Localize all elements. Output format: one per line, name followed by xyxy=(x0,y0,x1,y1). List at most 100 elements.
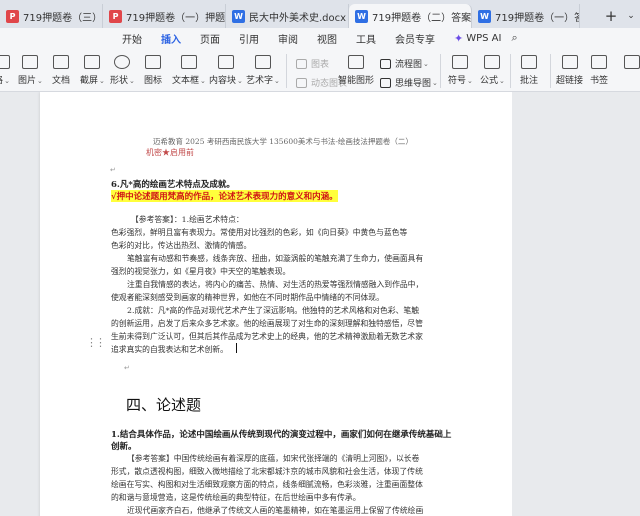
bookmark-icon xyxy=(591,55,607,69)
tab-file-4[interactable]: W 719押题卷（二）答案 xyxy=(349,4,472,28)
flowchart-button[interactable]: 流程图 ⌄ xyxy=(380,57,429,70)
textbox-button[interactable]: 文本框⌄ xyxy=(172,55,206,86)
question-1-cont: 创新。 xyxy=(111,442,137,452)
picture-icon xyxy=(22,55,39,69)
tab-file-2[interactable]: P 719押题卷（一）押题.pdf xyxy=(103,4,226,28)
menu-tools[interactable]: 工具 xyxy=(356,31,376,46)
doc-icon: W xyxy=(355,9,368,23)
formula-button[interactable]: 公式⌄ xyxy=(480,55,505,86)
pdf-icon: P xyxy=(109,9,122,23)
icons-icon xyxy=(145,55,161,69)
omega-icon xyxy=(452,55,469,69)
menu-home[interactable]: 开始 xyxy=(122,31,142,46)
ribbon-separator xyxy=(440,54,441,88)
ribbon-separator xyxy=(510,54,511,88)
answer-line: 形式，散点透视构图，细致入微地描绘了北宋都城汴京的城市风貌和社会生活，体现了传统 xyxy=(111,467,423,476)
tab-file-1[interactable]: P 719押题卷（三）.pdf xyxy=(0,4,103,28)
answer-line: 近现代画家齐白石，他继承了传统文人画的笔墨精神，如在笔墨运用上保留了传统绘画 xyxy=(127,506,424,515)
right-gutter xyxy=(512,92,640,516)
comment-button[interactable]: 批注 xyxy=(520,55,538,86)
answer-line: 绘画在写实、构图和对生活细致观察方面的特点，线条细腻流畅，色彩淡雅，注重画面整体 xyxy=(111,480,423,489)
answer-line: 追求真实的自我表达和艺术创新。 xyxy=(111,345,228,354)
page-header: 迈希教育 2025 考研西南民族大学 135600美术与书法-绘画技法押题卷（二… xyxy=(153,137,413,146)
art-text-button[interactable]: 艺术字⌄ xyxy=(246,55,280,86)
text-cursor xyxy=(236,343,237,353)
scissors-icon xyxy=(84,55,101,69)
table-icon xyxy=(0,55,10,69)
question-1: 1.结合具体作品，论述中国绘画从传统到现代的演变过程中，画家们如何在继承传统基础… xyxy=(111,430,452,440)
symbol-button[interactable]: 符号⌄ xyxy=(448,55,473,86)
confidential-label: 机密★启用前 xyxy=(146,148,194,157)
answer-line: 笔触富有动感和节奏感，线条奔放、扭曲，如漩涡般的笔触充满了生命力，使画面具有 xyxy=(127,254,424,263)
menu-references[interactable]: 引用 xyxy=(239,31,259,46)
wps-ai-button[interactable]: ✦ WPS AI xyxy=(454,32,501,45)
menu-page[interactable]: 页面 xyxy=(200,31,220,46)
screenshot-button[interactable]: 截屏⌄ xyxy=(80,55,105,86)
answer-line: 强烈的视觉张力，如《星月夜》中天空的笔触表现。 xyxy=(111,267,291,276)
answer-line: 生前未得到广泛认可，但其后其作品成为艺术史上的经典，他的艺术精神激励着无数艺术家 xyxy=(111,332,423,341)
wps-ai-label: WPS AI xyxy=(466,32,502,44)
ribbon-toolbar: 格⌄ 图片⌄ 文档 截屏⌄ 形状⌄ 图标 文本框⌄ 内容块⌄ 艺术字⌄ 图表 动… xyxy=(0,48,640,92)
document-page[interactable]: 迈希教育 2025 考研西南民族大学 135600美术与书法-绘画技法押题卷（二… xyxy=(40,92,512,516)
drag-handle-icon[interactable]: ⋮⋮ xyxy=(86,336,106,349)
doc-icon: W xyxy=(478,9,491,23)
smart-art-icon xyxy=(348,55,364,69)
menu-bar: 开始 插入 页面 引用 审阅 视图 工具 会员专享 ✦ WPS AI ⌕ xyxy=(0,28,640,50)
tab-label: 民大中外美术史.docx xyxy=(249,12,347,24)
section-heading: 四、论述题 xyxy=(126,396,202,414)
paragraph-mark: ↵ xyxy=(110,166,116,174)
tab-label: 719押题卷（二）答案 xyxy=(372,12,472,24)
dynamic-chart-icon xyxy=(296,77,307,88)
ribbon-separator xyxy=(286,54,287,88)
tab-label: 719押题卷（一）押题.pdf xyxy=(126,12,226,24)
answer-title: 【参考答案】：1.绘画艺术特点： xyxy=(131,215,244,224)
art-text-icon xyxy=(254,55,271,69)
bookmark-button[interactable]: 书签 xyxy=(590,55,608,86)
menu-view[interactable]: 视图 xyxy=(317,31,337,46)
hyperlink-button[interactable]: 超链接 xyxy=(556,55,583,86)
more-icon xyxy=(624,55,640,69)
tab-file-5[interactable]: W 719押题卷（一）答案 ✕ xyxy=(472,4,580,28)
mindmap-button[interactable]: 思维导图 ⌄ xyxy=(380,76,438,89)
question-6: 6.凡*高的绘画艺术特点及成就。 xyxy=(111,180,235,190)
textbox-icon xyxy=(180,55,197,69)
answer-line: 注重自我情感的表达，将内心的痛苦、热情、对生活的热爱等强烈情感融入到作品中， xyxy=(127,280,424,289)
link-icon xyxy=(561,55,578,69)
pdf-icon: P xyxy=(6,9,19,23)
picture-button[interactable]: 图片⌄ xyxy=(18,55,43,86)
document-area: 迈希教育 2025 考研西南民族大学 135600美术与书法-绘画技法押题卷（二… xyxy=(0,92,640,516)
flowchart-icon xyxy=(380,58,391,69)
menu-review[interactable]: 审阅 xyxy=(278,31,298,46)
chart-button[interactable]: 图表 xyxy=(296,57,329,70)
doc-icon: W xyxy=(232,9,245,23)
content-block-icon xyxy=(217,55,234,69)
answer-line: 【参考答案】中国传统绘画有着深厚的底蕴，如宋代张择端的《清明上河图》，以长卷 xyxy=(127,454,420,463)
menu-insert[interactable]: 插入 xyxy=(161,31,181,50)
answer-line: 的和谐与意境营造，这是传统绘画的典型特征，在后世绘画中多有传承。 xyxy=(111,493,361,502)
mindmap-icon xyxy=(380,77,391,88)
answer-line: 2.成就：凡*高的作品对现代艺术产生了深远影响。他独特的艺术风格和对色彩、笔触 xyxy=(127,306,420,315)
tab-file-3[interactable]: W 民大中外美术史.docx xyxy=(226,4,349,28)
tab-label: 719押题卷（三）.pdf xyxy=(23,12,103,24)
content-block-button[interactable]: 内容块⌄ xyxy=(209,55,243,86)
shape-button[interactable]: 形状⌄ xyxy=(110,55,135,86)
comment-icon xyxy=(521,55,537,69)
new-tab-icon[interactable]: + xyxy=(600,4,622,28)
menu-member[interactable]: 会员专享 xyxy=(395,31,435,46)
pi-icon xyxy=(484,55,501,69)
answer-line: 使观者能深刻感受到画家的精神世界，如他在不同时期作品中情绪的不同体现。 xyxy=(111,293,384,302)
smart-art-button[interactable]: 智能图形 xyxy=(338,55,374,86)
paragraph-mark: ↵ xyxy=(124,364,130,372)
sparkle-icon: ✦ xyxy=(454,31,464,45)
highlighted-note: √押中论述题用梵高的作品，论述艺术表现力的意义和内涵。 xyxy=(111,190,338,202)
table-button[interactable]: 格⌄ xyxy=(0,55,10,86)
chart-icon xyxy=(296,58,307,69)
answer-line: 色彩强烈，鲜明且富有表现力。常使用对比强烈的色彩，如《向日葵》中黄色与蓝色等 xyxy=(111,228,408,237)
document-button[interactable]: 文档 xyxy=(52,55,70,86)
icon-button[interactable]: 图标 xyxy=(144,55,162,86)
answer-line: 的创新运用，启发了后来众多艺术家。他的绘画展现了对生命的深刻理解和独特感悟，尽管 xyxy=(111,319,423,328)
search-icon[interactable]: ⌕ xyxy=(511,31,517,45)
more-button[interactable] xyxy=(624,55,640,73)
answer-line: 色彩的对比，传达出热烈、激情的情感。 xyxy=(111,241,252,250)
chevron-down-icon[interactable]: ⌄ xyxy=(622,4,640,28)
